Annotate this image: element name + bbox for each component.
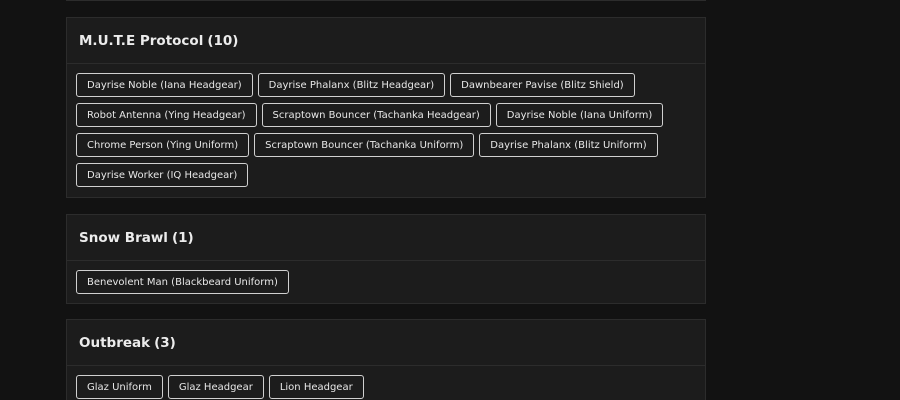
item-chip[interactable]: Dayrise Phalanx (Blitz Uniform) [479,133,658,157]
section-count: (1) [171,229,194,246]
item-chip[interactable]: Robot Antenna (Ying Headgear) [76,103,257,127]
item-chip[interactable]: Dayrise Phalanx (Blitz Headgear) [257,73,446,97]
item-chip[interactable]: Dayrise Noble (Iana Uniform) [495,103,664,127]
item-list: Dayrise Noble (Iana Headgear) Dayrise Ph… [67,64,705,198]
section-header: Outbreak (3) [67,320,705,366]
section-title: M.U.T.E Protocol [79,32,204,49]
section-mute-protocol: M.U.T.E Protocol (10) Dayrise Noble (Ian… [66,17,706,198]
item-chip[interactable]: Glaz Headgear [167,375,264,399]
section-title: Outbreak [79,334,151,351]
item-chip[interactable]: Dayrise Worker (IQ Headgear) [76,163,249,187]
item-chip[interactable]: Chrome Person (Ying Uniform) [76,133,250,157]
previous-panel-edge [66,0,706,1]
item-chip[interactable]: Benevolent Man (Blackbeard Uniform) [76,270,289,294]
item-chip[interactable]: Dayrise Noble (Iana Headgear) [76,73,253,97]
section-count: (10) [207,32,239,49]
section-header: M.U.T.E Protocol (10) [67,18,705,64]
item-list: Benevolent Man (Blackbeard Uniform) [67,261,705,305]
page: M.U.T.E Protocol (10) Dayrise Noble (Ian… [0,0,900,400]
item-chip[interactable]: Lion Headgear [268,375,364,399]
item-chip[interactable]: Scraptown Bouncer (Tachanka Uniform) [254,133,475,157]
section-snow-brawl: Snow Brawl (1) Benevolent Man (Blackbear… [66,214,706,304]
section-outbreak: Outbreak (3) Glaz Uniform Glaz Headgear … [66,319,706,400]
item-list: Glaz Uniform Glaz Headgear Lion Headgear [67,366,705,400]
section-count: (3) [154,334,176,351]
section-title: Snow Brawl [79,229,168,246]
item-chip[interactable]: Glaz Uniform [76,375,163,399]
item-chip[interactable]: Dawnbearer Pavise (Blitz Shield) [450,73,635,97]
item-chip[interactable]: Scraptown Bouncer (Tachanka Headgear) [261,103,491,127]
section-header: Snow Brawl (1) [67,215,705,261]
